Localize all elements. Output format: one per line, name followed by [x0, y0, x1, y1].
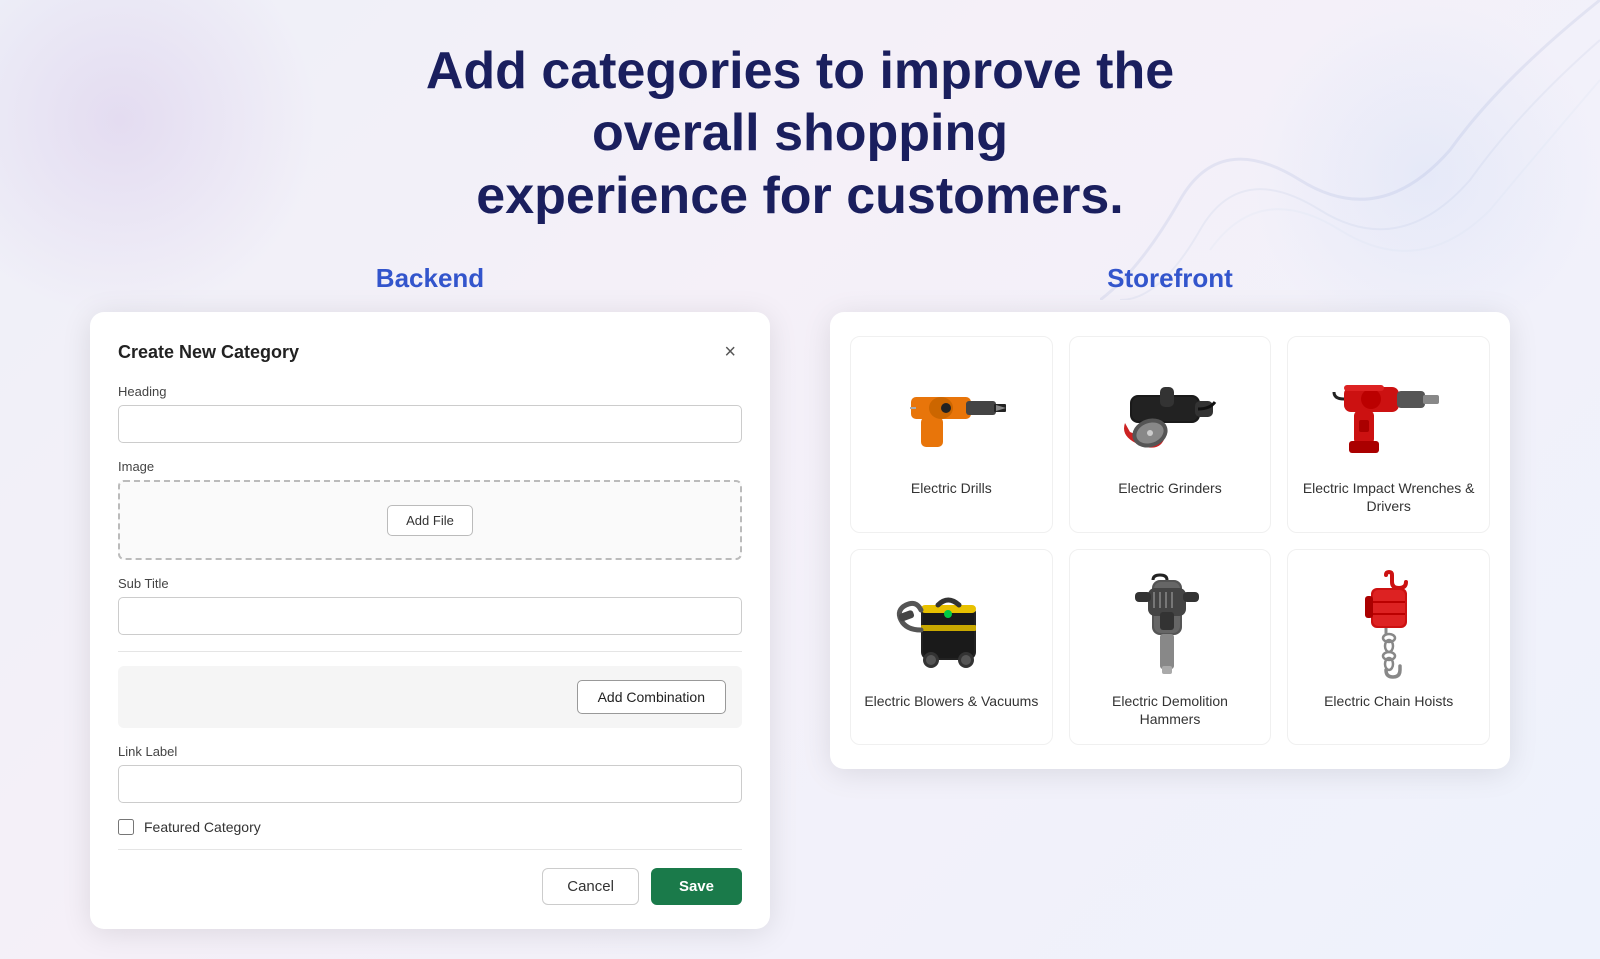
main-container: Add categories to improve the overall sh…: [0, 0, 1600, 959]
category-name-vacuums: Electric Blowers & Vacuums: [864, 692, 1038, 710]
vacuum-image: [891, 570, 1011, 680]
grinder-icon: [1110, 357, 1230, 467]
featured-category-label: Featured Category: [144, 819, 261, 835]
subtitle-label: Sub Title: [118, 576, 742, 591]
category-item-grinders: Electric Grinders: [1069, 336, 1272, 532]
heading-label: Heading: [118, 384, 742, 399]
featured-category-checkbox[interactable]: [118, 819, 134, 835]
storefront-card: Electric Drills: [830, 312, 1510, 769]
add-file-button[interactable]: Add File: [387, 505, 473, 536]
backend-column: Backend Create New Category × Heading Im…: [90, 263, 770, 929]
divider-1: [118, 651, 742, 652]
hero-title-line1: Add categories to improve the overall sh…: [426, 42, 1174, 162]
category-name-chain-hoists: Electric Chain Hoists: [1324, 692, 1453, 710]
storefront-column: Storefront: [830, 263, 1510, 769]
drill-image: [891, 357, 1011, 467]
category-item-vacuums: Electric Blowers & Vacuums: [850, 549, 1053, 745]
image-upload-area[interactable]: Add File: [118, 480, 742, 560]
category-name-impact-wrenches: Electric Impact Wrenches & Drivers: [1300, 479, 1477, 515]
category-name-drills: Electric Drills: [911, 479, 992, 497]
divider-2: [118, 849, 742, 850]
featured-category-row: Featured Category: [118, 819, 742, 835]
storefront-label: Storefront: [1107, 263, 1233, 294]
category-item-demolition-hammers: Electric Demolition Hammers: [1069, 549, 1272, 745]
drill-icon: [891, 357, 1011, 467]
heading-field-group: Heading: [118, 384, 742, 443]
category-name-grinders: Electric Grinders: [1118, 479, 1221, 497]
modal-close-button[interactable]: ×: [718, 340, 742, 364]
hero-title: Add categories to improve the overall sh…: [350, 40, 1250, 227]
chain-hoist-icon: [1329, 570, 1449, 680]
impact-wrench-image: [1329, 357, 1449, 467]
link-label-input[interactable]: [118, 765, 742, 803]
backend-label: Backend: [376, 263, 484, 294]
subtitle-input[interactable]: [118, 597, 742, 635]
modal-title: Create New Category: [118, 342, 299, 363]
link-label-field-group: Link Label: [118, 744, 742, 803]
impact-wrench-icon: [1329, 357, 1449, 467]
link-label-label: Link Label: [118, 744, 742, 759]
two-column-layout: Backend Create New Category × Heading Im…: [60, 263, 1540, 929]
category-grid: Electric Drills: [850, 336, 1490, 745]
category-item-drills: Electric Drills: [850, 336, 1053, 532]
create-category-modal: Create New Category × Heading Image Add …: [90, 312, 770, 929]
modal-header: Create New Category ×: [118, 340, 742, 364]
image-label: Image: [118, 459, 742, 474]
vacuum-icon: [891, 570, 1011, 680]
heading-input[interactable]: [118, 405, 742, 443]
category-name-demolition-hammers: Electric Demolition Hammers: [1082, 692, 1259, 728]
chain-hoist-image: [1329, 570, 1449, 680]
demolition-hammer-icon: [1110, 570, 1230, 680]
grinder-image: [1110, 357, 1230, 467]
image-field-group: Image Add File: [118, 459, 742, 560]
subtitle-field-group: Sub Title: [118, 576, 742, 635]
category-item-impact-wrenches: Electric Impact Wrenches & Drivers: [1287, 336, 1490, 532]
add-combination-button[interactable]: Add Combination: [577, 680, 726, 714]
demolition-hammer-image: [1110, 570, 1230, 680]
hero-title-line2: experience for customers.: [476, 167, 1123, 225]
combination-area: Add Combination: [118, 666, 742, 728]
category-item-chain-hoists: Electric Chain Hoists: [1287, 549, 1490, 745]
